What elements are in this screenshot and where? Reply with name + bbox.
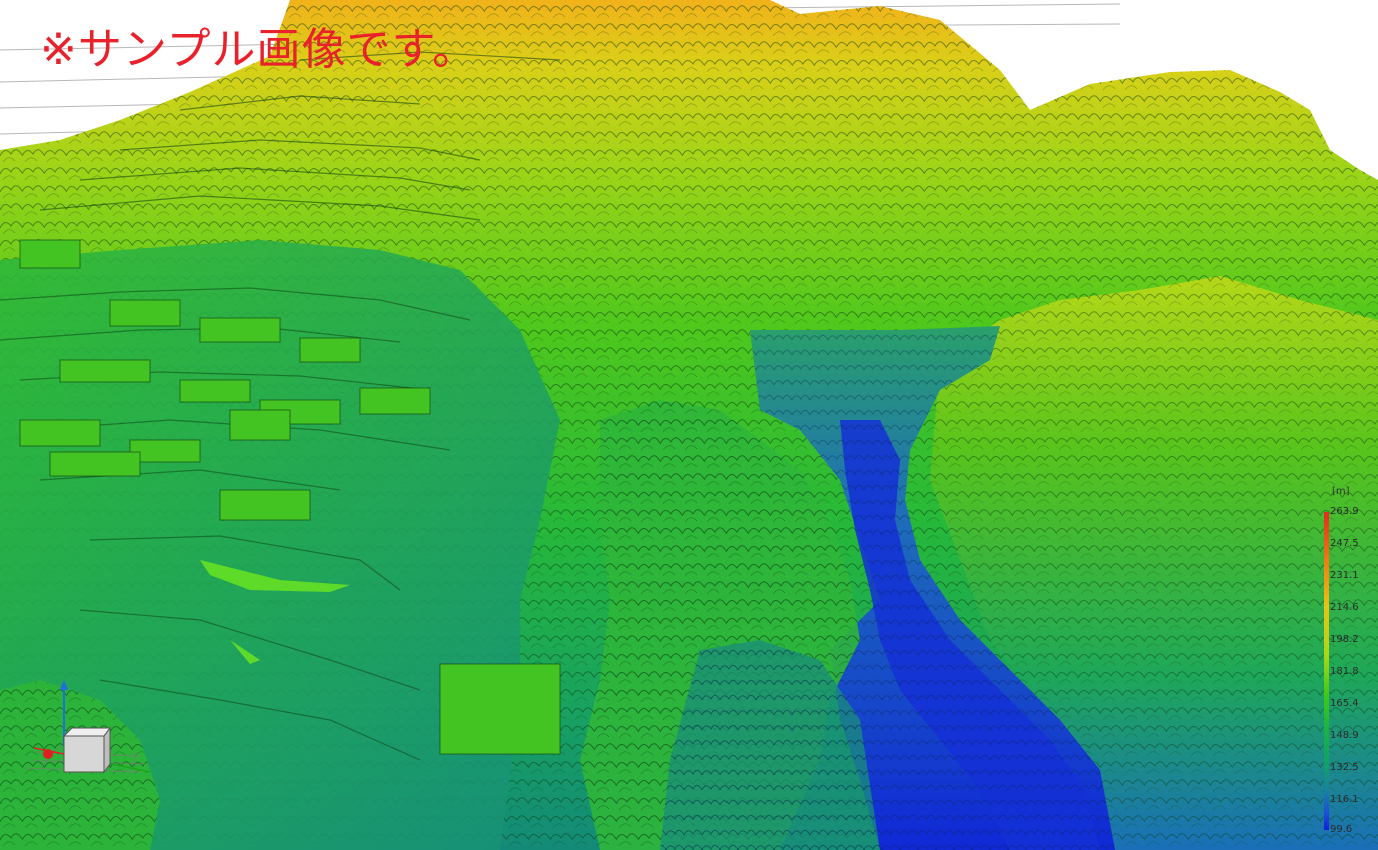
scale-unit-label: [m]	[1332, 486, 1350, 497]
scale-tick-label: 181.8	[1330, 666, 1359, 677]
scale-tick-label: 132.5	[1330, 762, 1359, 773]
color-scale-bar	[1324, 512, 1329, 830]
scale-tick-label: 148.9	[1330, 730, 1359, 741]
scale-tick-label: 165.4	[1330, 698, 1359, 709]
scale-tick-label: 231.1	[1330, 570, 1359, 581]
point-cloud-viewport[interactable]: ※サンプル画像です。 [m] 263.9 247.5 231.1 214.6 1…	[0, 0, 1378, 850]
scale-tick-label: 247.5	[1330, 538, 1359, 549]
x-axis-marker-icon	[43, 749, 53, 759]
sample-image-watermark: ※サンプル画像です。	[40, 24, 478, 75]
scale-tick-label: 214.6	[1330, 602, 1359, 613]
scale-tick-label: 116.1	[1330, 794, 1359, 805]
view-cube-icon	[63, 735, 105, 773]
scale-tick-label: 198.2	[1330, 634, 1359, 645]
xyz-axis-gizmo-icon[interactable]	[20, 680, 155, 780]
elevation-point-cloud-render[interactable]	[0, 0, 1378, 850]
scale-tick-label: 263.9	[1330, 506, 1359, 517]
elevation-color-scale: [m] 263.9 247.5 231.1 214.6 198.2 181.8 …	[1318, 486, 1378, 836]
scale-tick-label: 99.6	[1330, 824, 1353, 835]
